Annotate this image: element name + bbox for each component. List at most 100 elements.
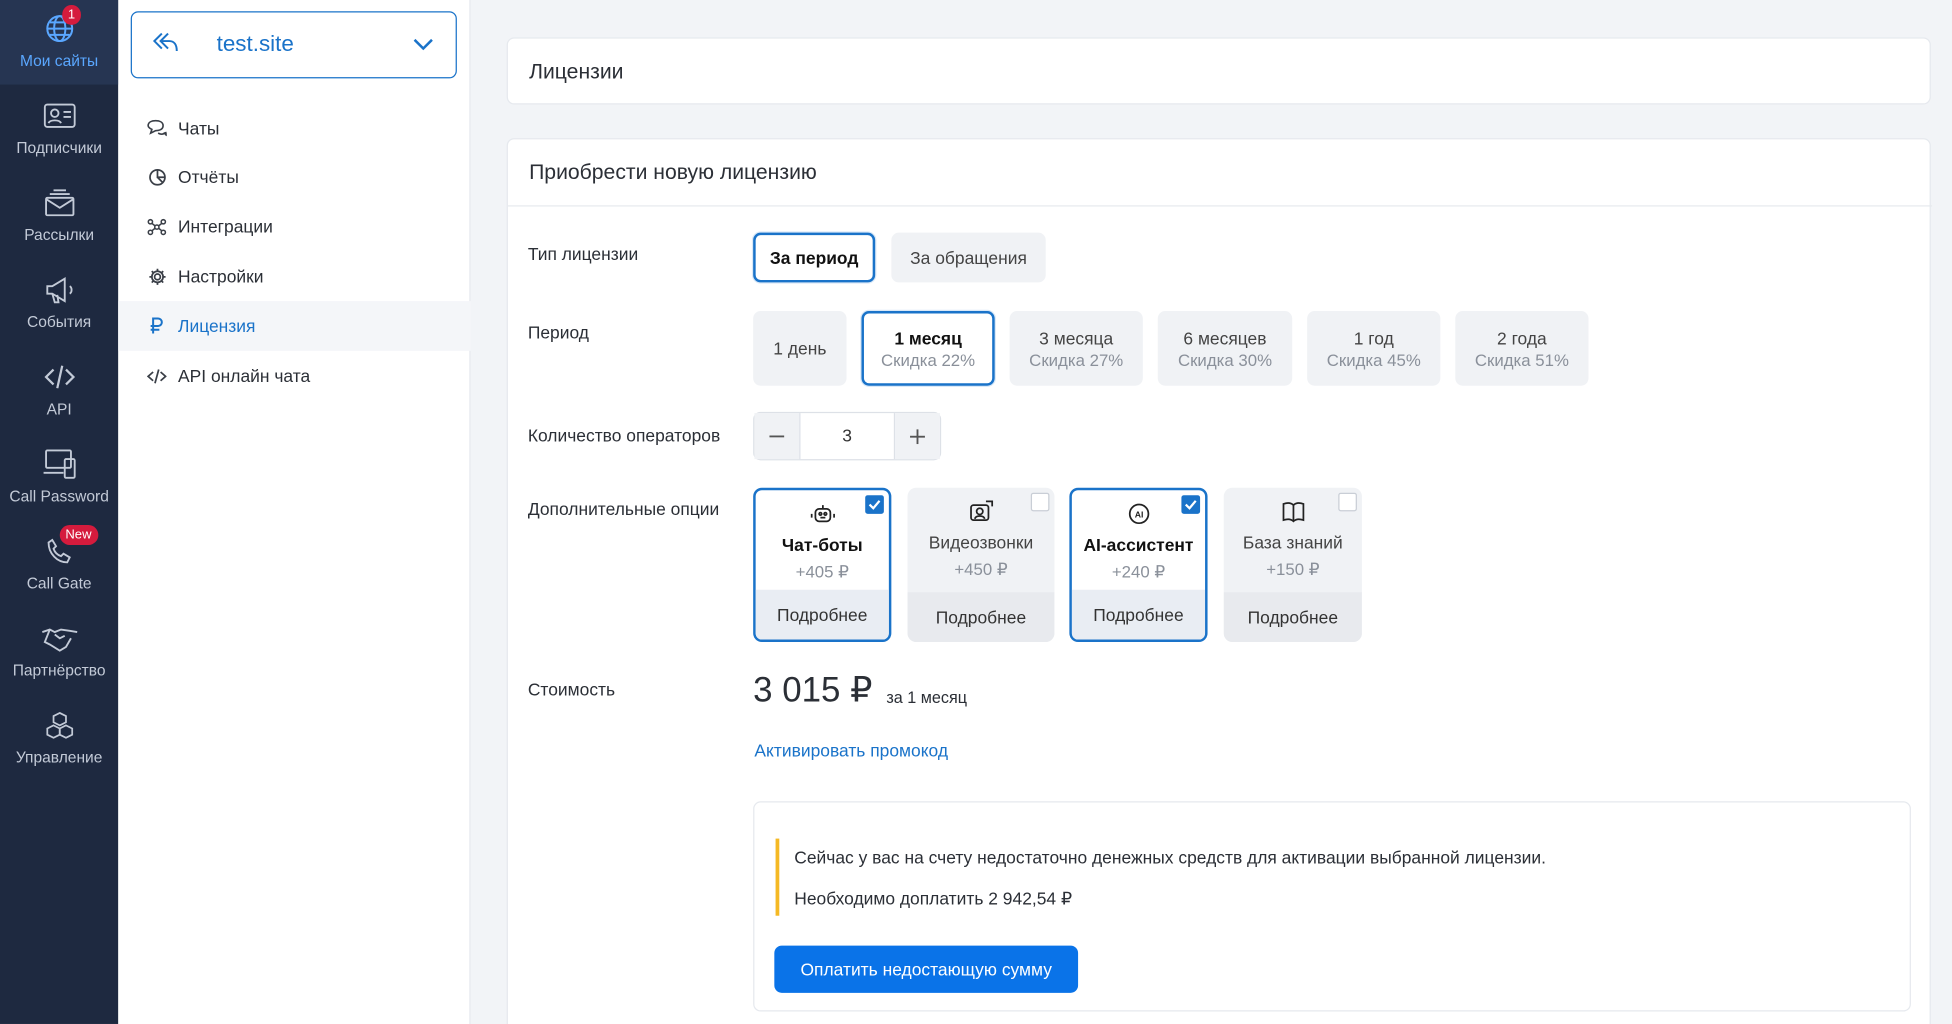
period-1-day-button[interactable]: 1 день (753, 311, 847, 386)
pie-chart-icon (147, 167, 167, 187)
rail-item-api[interactable]: API (0, 348, 118, 433)
book-icon (1224, 500, 1362, 525)
rail-item-events[interactable]: События (0, 261, 118, 346)
divider (507, 205, 1933, 207)
code-icon (40, 358, 77, 395)
period-title: 1 день (773, 338, 827, 359)
option-title: AI-ассистент (1083, 535, 1194, 555)
rail-item-label: События (26, 313, 92, 331)
period-discount: Скидка 27% (1029, 350, 1124, 369)
option-details-button[interactable]: Подробнее (1223, 592, 1362, 643)
type-per-period-button[interactable]: За период (753, 232, 876, 283)
rail-item-label: Подписчики (16, 139, 102, 157)
globe-icon: 1 (40, 4, 82, 47)
rail-item-my-sites[interactable]: 1 Мои сайты (0, 0, 119, 85)
ai-icon: AI (1072, 503, 1205, 528)
operators-label: Количество операторов (527, 425, 721, 446)
option-card-video-calls[interactable]: Видеозвонки +450 ₽ Подробнее (907, 487, 1055, 643)
period-2-years-button[interactable]: 2 года Скидка 51% (1455, 311, 1589, 386)
activate-promo-link[interactable]: Активировать промокод (754, 740, 948, 760)
option-price: +405 ₽ (795, 562, 849, 582)
bot-icon (756, 503, 889, 528)
boxes-icon (40, 707, 77, 744)
period-1-year-button[interactable]: 1 год Скидка 45% (1307, 311, 1441, 386)
rail-item-label: Управление (15, 749, 103, 767)
period-label: Период (527, 322, 589, 343)
code-icon (146, 366, 167, 386)
operators-count[interactable]: 3 (799, 413, 896, 460)
amount-due: Необходимо доплатить 2 942,54 ₽ (794, 888, 1073, 909)
type-per-request-button[interactable]: За обращения (891, 232, 1046, 283)
devices-icon (40, 445, 77, 482)
back-arrow-icon[interactable] (152, 30, 179, 61)
period-1-month-button[interactable]: 1 месяц Скидка 22% (861, 311, 995, 386)
gear-icon (147, 266, 167, 286)
nav-item-label: Чаты (178, 118, 220, 139)
option-details-button[interactable]: Подробнее (755, 589, 889, 640)
warning-accent-bar (775, 838, 780, 916)
period-discount: Скидка 30% (1177, 350, 1273, 369)
options-label: Дополнительные опции (527, 498, 720, 519)
rail-item-label: Рассылки (24, 226, 95, 244)
chevron-down-icon (412, 35, 434, 57)
option-card-chatbots[interactable]: Чат-боты +405 ₽ Подробнее (753, 487, 892, 643)
rail-item-partnership[interactable]: Партнёрство (0, 610, 118, 695)
nav-item-integrations[interactable]: Интеграции (118, 202, 470, 252)
period-discount: Скидка 45% (1326, 350, 1421, 369)
nav-item-license[interactable]: Лицензия (118, 301, 471, 351)
option-title: Чат-боты (781, 535, 863, 555)
nav-item-reports[interactable]: Отчёты (118, 152, 470, 202)
nav-item-label: Отчёты (178, 166, 239, 187)
app-rail: 1 Мои сайты Подписчики Рассылки События (0, 0, 119, 1024)
rail-item-call-gate[interactable]: New Call Gate (0, 523, 118, 608)
type-option-label: За обращения (910, 247, 1027, 268)
period-3-months-button[interactable]: 3 месяца Скидка 27% (1009, 311, 1143, 386)
price-period: за 1 месяц (886, 688, 968, 707)
rail-item-label: Call Password (9, 487, 109, 506)
total-price: 3 015 ₽ (753, 670, 873, 710)
site-selector[interactable]: test.site (130, 11, 457, 79)
option-price: +450 ₽ (954, 559, 1008, 579)
rail-item-label: Call Gate (26, 574, 92, 593)
nav-item-chat-api[interactable]: API онлайн чата (118, 351, 470, 401)
mail-stack-icon (40, 184, 77, 221)
warning-message: Сейчас у вас на счету недостаточно денеж… (794, 847, 1546, 868)
option-title: База знаний (1242, 532, 1343, 553)
option-details-button[interactable]: Подробнее (907, 592, 1055, 643)
pay-missing-amount-button[interactable]: Оплатить недостающую сумму (774, 945, 1079, 993)
nav-item-label: API онлайн чата (178, 365, 311, 386)
site-sidebar: test.site Чаты Отчёты Интеграции Настрой… (118, 0, 471, 1024)
nav-item-settings[interactable]: Настройки (118, 251, 470, 301)
rail-item-subscribers[interactable]: Подписчики (0, 87, 118, 172)
ruble-icon (147, 316, 167, 336)
license-type-label: Тип лицензии (527, 243, 639, 264)
option-card-knowledge-base[interactable]: База знаний +150 ₽ Подробнее (1223, 487, 1362, 643)
option-price: +150 ₽ (1266, 559, 1320, 579)
decrement-button[interactable] (754, 413, 800, 460)
period-discount: Скидка 51% (1474, 350, 1569, 369)
new-badge: New (59, 525, 98, 545)
increment-button[interactable] (895, 413, 940, 460)
rail-item-label: Мои сайты (19, 52, 99, 70)
nav-item-label: Интеграции (178, 216, 273, 237)
notification-badge: 1 (61, 4, 82, 25)
option-title: Видеозвонки (928, 532, 1034, 553)
rail-item-mailings[interactable]: Рассылки (0, 174, 118, 259)
option-details-button[interactable]: Подробнее (1071, 589, 1206, 640)
nav-item-chats[interactable]: Чаты (118, 103, 470, 153)
svg-text:AI: AI (1134, 510, 1143, 520)
video-call-icon (908, 500, 1055, 525)
integrations-icon (147, 216, 167, 236)
rail-item-call-password[interactable]: Call Password (0, 435, 118, 520)
page-header: Лицензии (506, 37, 1931, 105)
rail-item-management[interactable]: Управление (0, 697, 118, 782)
period-title: 1 месяц (894, 327, 962, 348)
period-discount: Скидка 22% (881, 350, 976, 369)
period-title: 3 месяца (1039, 327, 1114, 348)
option-card-ai-assistant[interactable]: AI AI-ассистент +240 ₽ Подробнее (1069, 487, 1208, 643)
period-title: 2 года (1497, 327, 1547, 348)
period-6-months-button[interactable]: 6 месяцев Скидка 30% (1157, 311, 1293, 386)
insufficient-funds-notice: Сейчас у вас на счету недостаточно денеж… (753, 801, 1911, 1012)
handshake-icon (40, 620, 77, 657)
phone-icon: New (40, 525, 98, 570)
